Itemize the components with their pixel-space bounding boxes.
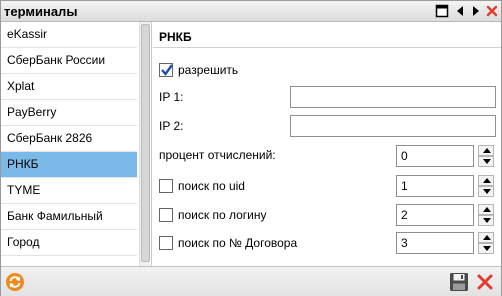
ip2-input[interactable] bbox=[290, 115, 496, 137]
search-login-label: поиск по логину bbox=[178, 208, 267, 222]
search-uid-input[interactable]: 1 bbox=[396, 175, 474, 197]
search-login-checkbox[interactable] bbox=[159, 208, 173, 222]
list-item[interactable]: СберБанк 2826 bbox=[1, 126, 137, 152]
close-icon[interactable] bbox=[485, 4, 499, 18]
panel-title: РНКБ bbox=[159, 30, 192, 44]
search-contract-input[interactable]: 3 bbox=[396, 232, 474, 254]
caret-up-icon bbox=[483, 178, 491, 183]
checkmark-icon bbox=[161, 64, 173, 76]
stepper-down-button[interactable] bbox=[478, 156, 494, 167]
stepper-up-button[interactable] bbox=[478, 145, 494, 156]
percent-label: процент отчислений: bbox=[159, 148, 276, 162]
caret-down-icon bbox=[483, 159, 491, 164]
caret-down-icon bbox=[483, 246, 491, 251]
arrow-right-icon[interactable] bbox=[469, 4, 483, 18]
percent-stepper bbox=[478, 145, 494, 167]
list-item[interactable]: PayBerry bbox=[1, 100, 137, 126]
stepper-down-button[interactable] bbox=[478, 186, 494, 197]
ip1-input[interactable] bbox=[290, 86, 496, 108]
cancel-icon[interactable] bbox=[475, 272, 495, 292]
percent-input[interactable]: 0 bbox=[396, 145, 474, 167]
stepper-up-button[interactable] bbox=[478, 204, 494, 215]
list-item[interactable]: Xplat bbox=[1, 74, 137, 100]
search-contract-label: поиск по № Договора bbox=[178, 236, 298, 250]
allow-checkbox[interactable] bbox=[159, 63, 173, 77]
terminals-window: терминалы eKassir СберБанк России Xplat … bbox=[0, 0, 502, 296]
ip1-label: IP 1: bbox=[159, 90, 184, 104]
search-uid-stepper bbox=[478, 175, 494, 197]
ip2-label: IP 2: bbox=[159, 119, 184, 133]
list-item[interactable]: eKassir bbox=[1, 22, 137, 48]
list-item[interactable]: Банк Фамильный bbox=[1, 204, 137, 230]
caret-down-icon bbox=[483, 218, 491, 223]
list-item[interactable]: TYME bbox=[1, 178, 137, 204]
save-icon[interactable] bbox=[449, 272, 469, 292]
list-item-selected[interactable]: РНКБ bbox=[1, 152, 137, 178]
search-login-stepper bbox=[478, 204, 494, 226]
list-item[interactable]: СберБанк России bbox=[1, 48, 137, 74]
list-item[interactable]: Город bbox=[1, 230, 137, 256]
search-contract-stepper bbox=[478, 232, 494, 254]
search-login-input[interactable]: 2 bbox=[396, 204, 474, 226]
terminal-list: eKassir СберБанк России Xplat PayBerry С… bbox=[1, 22, 137, 256]
stepper-up-button[interactable] bbox=[478, 232, 494, 243]
terminal-list-panel: eKassir СберБанк России Xplat PayBerry С… bbox=[1, 22, 152, 266]
scrollbar-thumb[interactable] bbox=[141, 24, 150, 262]
caret-up-icon bbox=[483, 148, 491, 153]
search-uid-label: поиск по uid bbox=[178, 179, 245, 193]
search-contract-checkbox[interactable] bbox=[159, 236, 173, 250]
allow-label: разрешить bbox=[178, 63, 239, 77]
caret-down-icon bbox=[483, 189, 491, 194]
maximize-icon[interactable] bbox=[435, 4, 449, 18]
stepper-up-button[interactable] bbox=[478, 175, 494, 186]
list-scrollbar[interactable] bbox=[139, 22, 150, 266]
caret-up-icon bbox=[483, 207, 491, 212]
caret-up-icon bbox=[483, 235, 491, 240]
window-title: терминалы bbox=[4, 4, 78, 19]
search-uid-checkbox[interactable] bbox=[159, 179, 173, 193]
title-bar: терминалы bbox=[1, 1, 501, 22]
panel-divider bbox=[153, 47, 501, 48]
stepper-down-button[interactable] bbox=[478, 215, 494, 226]
arrow-left-icon[interactable] bbox=[453, 4, 467, 18]
refresh-icon[interactable] bbox=[5, 272, 25, 292]
footer-toolbar bbox=[1, 266, 501, 296]
terminal-settings-panel: РНКБ разрешить IP 1: IP 2: процент отчис… bbox=[153, 22, 501, 266]
stepper-down-button[interactable] bbox=[478, 243, 494, 254]
